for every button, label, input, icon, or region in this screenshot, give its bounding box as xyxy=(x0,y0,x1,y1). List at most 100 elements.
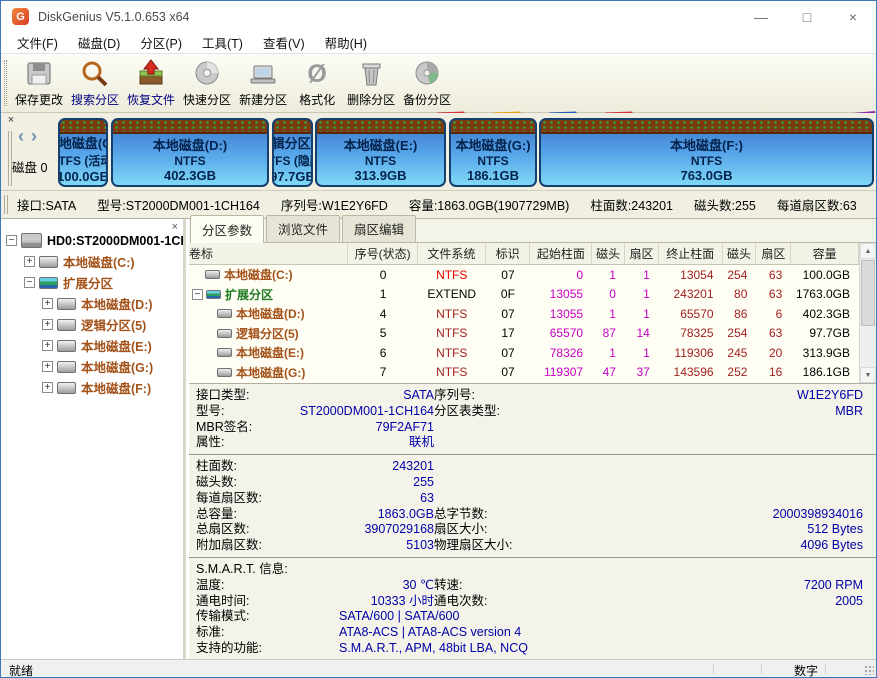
close-button[interactable]: × xyxy=(830,1,876,32)
app-logo-icon: G xyxy=(12,8,29,25)
format-button[interactable]: Ø 格式化 xyxy=(291,55,343,111)
resize-grip[interactable] xyxy=(864,665,874,675)
delete-partition-button[interactable]: 删除分区 xyxy=(343,55,399,111)
menu-file[interactable]: 文件(F) xyxy=(7,33,68,52)
collapse-icon[interactable]: − xyxy=(192,289,203,300)
status-separator xyxy=(713,663,714,674)
maximize-button[interactable]: □ xyxy=(784,1,830,32)
tree-node-disk0[interactable]: − HD0:ST2000DM001-1CH164 xyxy=(6,230,183,251)
expand-icon[interactable]: + xyxy=(42,382,53,393)
partition-icon xyxy=(57,298,76,310)
table-row[interactable]: 本地磁盘(C:) 0NTFS 070 11 13054254 63100.0GB xyxy=(189,265,859,285)
toolbar: 保存更改 搜索分区 恢复文件 快速分区 新建分区 xyxy=(1,54,876,113)
status-bar: 就绪 数字 xyxy=(1,659,876,677)
disk-serial: 序列号:W1E2Y6FD xyxy=(281,195,388,214)
partition-type-strip xyxy=(113,120,267,134)
tree-node-d[interactable]: + 本地磁盘(D:) xyxy=(6,293,183,314)
laptop-icon xyxy=(248,59,278,90)
table-row[interactable]: 本地磁盘(E:) 6NTFS 0778326 11 119306245 2031… xyxy=(189,343,859,363)
table-header: 卷标序号(状态) 文件系统标识 起始柱面磁头 扇区终止柱面 磁头扇区 容量 xyxy=(189,243,859,265)
partition-detail-panel: 分区参数 浏览文件 扇区编辑 卷标序号(状态) 文件系统标识 起始柱面磁头 扇区… xyxy=(189,219,876,659)
disc-icon xyxy=(192,59,222,90)
numlock-indicator: 数字 xyxy=(794,662,818,678)
partition-icon xyxy=(57,319,76,331)
status-separator xyxy=(761,663,762,674)
recover-icon xyxy=(136,59,166,90)
panel-close-icon[interactable]: × xyxy=(4,113,18,127)
window-title: DiskGenius V5.1.0.653 x64 xyxy=(38,10,189,24)
toolbar-grip[interactable] xyxy=(4,60,7,106)
partition-type-strip xyxy=(60,120,106,134)
partition-block-5[interactable]: 逻辑分区(5)NTFS (隐藏)97.7GB xyxy=(272,118,313,187)
disk-cylinders: 柱面数:243201 xyxy=(590,195,673,214)
disk-interface: 接口:SATA xyxy=(17,195,76,214)
table-row[interactable]: 逻辑分区(5) 5NTFS 1765570 8714 78325254 6397… xyxy=(189,324,859,344)
table-row[interactable]: −扩展分区 1EXTEND 0F13055 01 24320180 631763… xyxy=(189,285,859,305)
expand-icon[interactable]: + xyxy=(42,319,53,330)
new-partition-button[interactable]: 新建分区 xyxy=(235,55,291,111)
partition-icon xyxy=(217,309,232,318)
tree-node-logical5[interactable]: + 逻辑分区(5) xyxy=(6,314,183,335)
tab-sector-edit[interactable]: 扇区编辑 xyxy=(342,215,416,242)
menu-bar: 文件(F) 磁盘(D) 分区(P) 工具(T) 查看(V) 帮助(H) xyxy=(1,32,876,54)
menu-view[interactable]: 查看(V) xyxy=(253,33,315,52)
quick-partition-button[interactable]: 快速分区 xyxy=(179,55,235,111)
partition-block-e[interactable]: 本地磁盘(E:)NTFS313.9GB xyxy=(315,118,446,187)
title-bar: G DiskGenius V5.1.0.653 x64 — □ × xyxy=(1,1,876,32)
trash-icon xyxy=(356,59,386,90)
collapse-icon[interactable]: − xyxy=(6,235,17,246)
menu-help[interactable]: 帮助(H) xyxy=(315,33,377,52)
tree-node-e[interactable]: + 本地磁盘(E:) xyxy=(6,335,183,356)
partition-block-f[interactable]: 本地磁盘(F:)NTFS763.0GB xyxy=(539,118,874,187)
expand-icon[interactable]: + xyxy=(24,256,35,267)
disk-nav-arrows[interactable]: ‹› xyxy=(18,126,44,147)
partition-type-strip xyxy=(541,120,872,134)
menu-tools[interactable]: 工具(T) xyxy=(192,33,253,52)
partition-icon xyxy=(39,256,58,268)
search-icon xyxy=(80,59,110,90)
tab-partition-params[interactable]: 分区参数 xyxy=(190,215,264,243)
minimize-button[interactable]: — xyxy=(738,1,784,32)
partition-icon xyxy=(205,270,220,279)
details-smart-section: S.M.A.R.T. 信息: 温度:30 ℃转速:7200 RPM 通电时间:1… xyxy=(189,558,876,659)
scroll-up-icon[interactable]: ▲ xyxy=(860,243,876,259)
backup-partition-button[interactable]: 备份分区 xyxy=(399,55,455,111)
tree-node-g[interactable]: + 本地磁盘(G:) xyxy=(6,356,183,377)
search-partition-button[interactable]: 搜索分区 xyxy=(67,55,123,111)
menu-partition[interactable]: 分区(P) xyxy=(130,33,192,52)
disk-number-label: 磁盘 0 xyxy=(12,157,47,176)
partition-block-g[interactable]: 本地磁盘(G:)NTFS186.1GB xyxy=(449,118,537,187)
extended-partition-icon xyxy=(206,290,221,299)
recover-files-button[interactable]: 恢复文件 xyxy=(123,55,179,111)
partition-icon xyxy=(57,340,76,352)
tab-browse-files[interactable]: 浏览文件 xyxy=(266,215,340,242)
partition-block-d[interactable]: 本地磁盘(D:)NTFS402.3GB xyxy=(111,118,269,187)
menu-disk[interactable]: 磁盘(D) xyxy=(68,33,130,52)
extended-partition-icon xyxy=(39,277,58,289)
partition-icon xyxy=(217,329,232,338)
scroll-thumb[interactable] xyxy=(861,260,875,326)
tree-panel: × − HD0:ST2000DM001-1CH164 + 本地磁盘(C:) − … xyxy=(1,219,186,659)
table-scrollbar[interactable]: ▲ ▼ xyxy=(859,243,876,383)
expand-icon[interactable]: + xyxy=(42,298,53,309)
disk-capacity: 容量:1863.0GB(1907729MB) xyxy=(409,195,570,214)
partition-icon xyxy=(57,361,76,373)
partition-table: 卷标序号(状态) 文件系统标识 起始柱面磁头 扇区终止柱面 磁头扇区 容量 本地… xyxy=(189,243,859,383)
disk-details: 接口类型:SATA序列号:W1E2Y6FD 型号:ST2000DM001-1CH… xyxy=(189,383,876,659)
disk-sectors-per-track: 每道扇区数:63 xyxy=(777,195,857,214)
collapse-icon[interactable]: − xyxy=(24,277,35,288)
disk-info-strip: 接口:SATA 型号:ST2000DM001-1CH164 序列号:W1E2Y6… xyxy=(1,191,876,219)
tree-node-extended[interactable]: − 扩展分区 xyxy=(6,272,183,293)
table-row[interactable]: 本地磁盘(G:) 7NTFS 07119307 4737 143596252 1… xyxy=(189,363,859,383)
tree-node-c[interactable]: + 本地磁盘(C:) xyxy=(6,251,183,272)
partition-block-c[interactable]: 本地磁盘(C:)NTFS (活动)100.0GB xyxy=(58,118,108,187)
save-changes-button[interactable]: 保存更改 xyxy=(11,55,67,111)
scroll-down-icon[interactable]: ▼ xyxy=(860,367,876,383)
disk-graph-panel: × ‹› 磁盘 0 本地磁盘(C:)NTFS (活动)100.0GB 本地磁盘(… xyxy=(1,113,876,191)
table-row[interactable]: 本地磁盘(D:) 4NTFS 0713055 11 6557086 6402.3… xyxy=(189,304,859,324)
diskinfo-grip[interactable] xyxy=(4,195,8,214)
tree-node-f[interactable]: + 本地磁盘(F:) xyxy=(6,377,183,398)
expand-icon[interactable]: + xyxy=(42,361,53,372)
partition-type-strip xyxy=(451,120,535,134)
expand-icon[interactable]: + xyxy=(42,340,53,351)
